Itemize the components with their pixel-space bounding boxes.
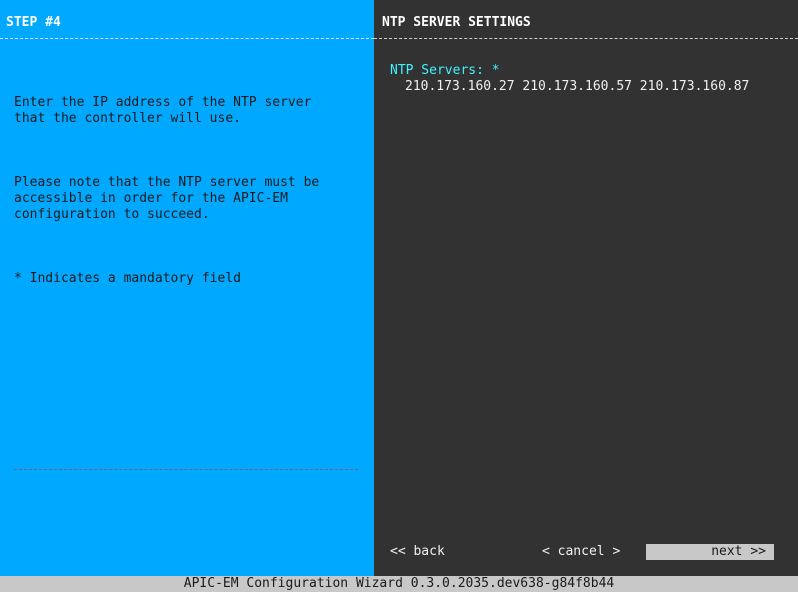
settings-panel: NTP SERVER SETTINGS NTP Servers: * 210.1… — [374, 0, 798, 576]
step-title-divider — [0, 38, 374, 39]
step-help-text: Enter the IP address of the NTP server t… — [14, 63, 364, 335]
mandatory-field-note: * Indicates a mandatory field — [14, 271, 241, 286]
help-paragraph-ntp-access: Please note that the NTP server must be … — [14, 175, 320, 222]
ntp-servers-label: NTP Servers: * — [390, 63, 500, 78]
cancel-button[interactable]: < cancel > — [542, 544, 620, 560]
next-button[interactable]: next >> — [646, 544, 774, 560]
help-paragraph-ntp-purpose: Enter the IP address of the NTP server t… — [14, 95, 312, 126]
step-title: STEP #4 — [6, 15, 61, 30]
status-bar: APIC-EM Configuration Wizard 0.3.0.2035.… — [0, 576, 798, 592]
help-bottom-divider — [14, 469, 358, 470]
step-info-panel: STEP #4 Enter the IP address of the NTP … — [0, 0, 374, 576]
next-button-label: next >> — [711, 544, 766, 559]
settings-title: NTP SERVER SETTINGS — [382, 15, 531, 30]
ntp-servers-input[interactable]: 210.173.160.27 210.173.160.57 210.173.16… — [405, 79, 749, 95]
back-button[interactable]: << back — [390, 544, 445, 560]
settings-title-divider — [374, 38, 798, 39]
